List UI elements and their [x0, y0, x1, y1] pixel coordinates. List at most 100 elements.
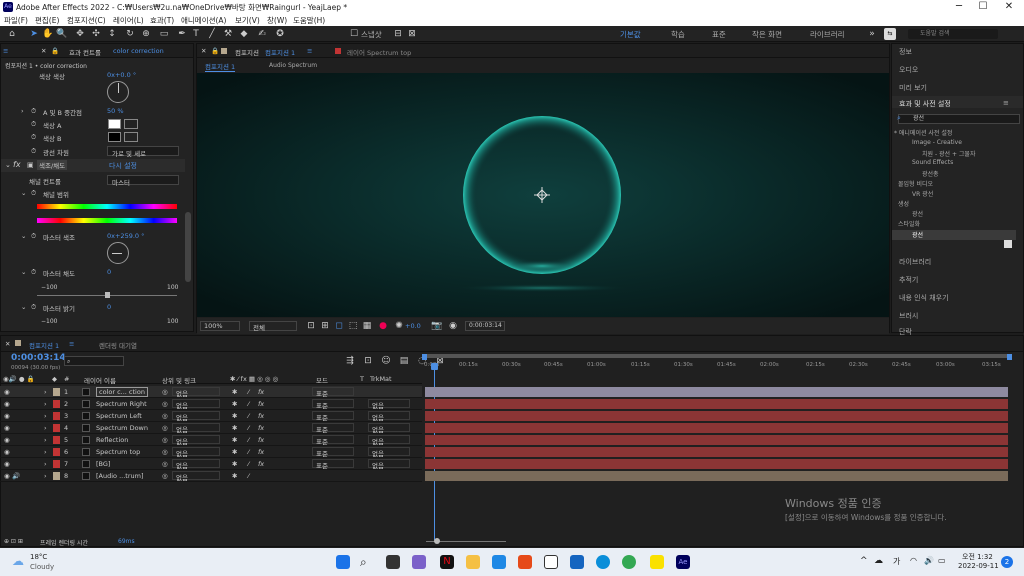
close-tab-icon[interactable]: ✕ [201, 47, 206, 55]
tray-app-icon[interactable]: ☁ [874, 556, 883, 566]
master-hue-dial[interactable] [107, 242, 129, 264]
layer-name[interactable]: Reflection [96, 436, 128, 444]
notification-badge[interactable]: 2 [1001, 556, 1013, 568]
tree-item-generate[interactable]: 생성 [898, 199, 909, 208]
stopwatch-icon[interactable]: ⏱ [31, 189, 36, 198]
stopwatch-icon[interactable]: ⏱ [31, 232, 36, 241]
expand-arrow-icon[interactable]: ⌄ [21, 189, 26, 197]
parent-dropdown[interactable]: 없음 [172, 471, 220, 482]
trkmat-dropdown[interactable]: 없음 [368, 459, 410, 470]
comp-mini-flowchart-icon[interactable]: ⇶ [344, 355, 356, 367]
pen-tool-icon[interactable]: ✒ [176, 28, 188, 40]
expand-arrow-icon[interactable]: › [44, 400, 47, 408]
panel-menu-icon[interactable]: ≡ [3, 47, 8, 55]
parent-dropdown[interactable]: 없음 [172, 423, 220, 434]
store-icon[interactable] [570, 555, 584, 569]
expand-arrow-icon[interactable]: ⌄ [21, 232, 26, 240]
stopwatch-icon[interactable]: ⏱ [31, 268, 36, 277]
panel-menu-icon[interactable]: ≡ [69, 340, 74, 348]
workspace-menu-icon[interactable]: » [866, 28, 878, 40]
zoom-slider-handle[interactable] [434, 538, 440, 544]
pick-whip-icon[interactable]: ◎ [162, 388, 168, 396]
transparency-grid-icon[interactable]: ⊞ [319, 320, 331, 332]
chat-icon[interactable] [412, 555, 426, 569]
effects-search-input[interactable]: 광선 [898, 114, 1020, 124]
fx-switch-icon[interactable]: fx [258, 436, 264, 444]
timeline-tab[interactable]: 컴포지션 1 [29, 340, 59, 350]
pick-whip-icon[interactable]: ◎ [162, 412, 168, 420]
stopwatch-icon[interactable]: ⏱ [31, 303, 36, 312]
region-of-interest-icon[interactable]: ⬚ [347, 320, 359, 332]
fx-switch-icon[interactable]: fx [258, 412, 264, 420]
footer-toggle-icons[interactable]: ⊕ ⊡ ⊞ [4, 538, 23, 545]
exposure-value[interactable]: +0.0 [405, 322, 421, 330]
timeline-timecode[interactable]: 0:00:03:14 [11, 353, 66, 363]
volume-icon[interactable]: 🔊 [924, 556, 934, 565]
snap-grid-icon[interactable]: ⊠ [406, 28, 418, 40]
tree-item-glow-gen[interactable]: 광선 [912, 209, 923, 218]
expand-arrow-icon[interactable]: › [21, 107, 24, 115]
fx-switch-icon[interactable]: fx [258, 388, 264, 396]
snap-options-icon[interactable]: ⊟ [392, 28, 404, 40]
visibility-eye-icon[interactable]: ◉ [4, 436, 10, 444]
clock-date[interactable]: 2022-09-11 [958, 562, 999, 570]
pick-whip-icon[interactable]: ◎ [162, 460, 168, 468]
exposure-icon[interactable]: ✺ [393, 320, 405, 332]
quality-switch-icon[interactable]: ⁄ [248, 436, 249, 444]
visibility-eye-icon[interactable]: ◉ [4, 448, 10, 456]
pick-whip-icon[interactable]: ◎ [162, 436, 168, 444]
hue-dial[interactable] [107, 81, 129, 103]
tree-item-preset-2[interactable]: 광선총 [922, 169, 939, 178]
home-icon[interactable]: ⌂ [6, 28, 18, 40]
layer-label-color[interactable] [53, 412, 60, 420]
expand-arrow-icon[interactable]: ⌄ [21, 303, 26, 311]
work-area-bar[interactable] [422, 354, 1012, 358]
scrollbar[interactable] [185, 212, 191, 282]
info-panel-tab[interactable]: 정보 [899, 47, 912, 57]
layer-duration-bar[interactable] [425, 471, 1008, 481]
battery-icon[interactable]: ▭ [938, 556, 946, 565]
layer-duration-bar[interactable] [425, 387, 1008, 397]
task-view-icon[interactable] [386, 555, 400, 569]
layer-row[interactable]: ◉ › 1 color c... ction ◎ 없음 ✱ ⁄ fx 표준 [0, 386, 422, 398]
tracker-panel-tab[interactable]: 추적기 [899, 275, 918, 285]
show-snapshot-icon[interactable]: ◉ [447, 320, 459, 332]
layer-name[interactable]: Spectrum top [96, 448, 140, 456]
anchor-tool-icon[interactable]: ⊕ [140, 28, 152, 40]
hand-tool-icon[interactable]: ✋ [42, 28, 54, 40]
weather-desc[interactable]: Cloudy [30, 563, 54, 571]
shy-switch-icon[interactable]: ✱ [232, 436, 237, 444]
playhead-handle[interactable] [431, 363, 438, 370]
lock-icon[interactable]: 🔒 [211, 47, 219, 55]
composition-tab-name[interactable]: 컴포지션 1 [265, 47, 295, 57]
effects-presets-tab[interactable]: 효과 및 사전 설정 [899, 99, 951, 109]
layer-row[interactable]: ◉ › 4 Spectrum Down ◎ 없음 ✱ ⁄ fx 표준 없음 [0, 422, 422, 434]
layer-duration-bar[interactable] [425, 411, 1008, 421]
layer-row[interactable]: ◉ › 6 Spectrum top ◎ 없음 ✱ ⁄ fx 표준 없음 [0, 446, 422, 458]
master-light-value[interactable]: 0 [107, 303, 111, 311]
mail-icon[interactable] [492, 555, 506, 569]
tree-item-vr-glow[interactable]: VR 광선 [912, 189, 933, 198]
expand-arrow-icon[interactable]: › [44, 388, 47, 396]
quality-switch-icon[interactable]: ⁄ [248, 400, 249, 408]
lock-icon[interactable]: 🔒 [51, 47, 59, 55]
close-button[interactable]: ✕ [996, 1, 1022, 12]
orbit-tool-icon[interactable]: ✥ [74, 28, 86, 40]
timeline-search-input[interactable]: ⌕ [64, 356, 124, 366]
brush-tool-icon[interactable]: ╱ [206, 28, 218, 40]
parent-dropdown[interactable]: 없음 [172, 435, 220, 446]
edge-icon[interactable] [596, 555, 610, 569]
layer-label-color[interactable] [53, 400, 60, 408]
menu-composition[interactable]: 컴포지션(C) [67, 15, 106, 26]
wifi-icon[interactable]: ◠ [910, 556, 917, 565]
snapshot-icon[interactable]: 📷 [431, 320, 443, 332]
layer-name[interactable]: Spectrum Down [96, 424, 148, 432]
shy-layers-icon[interactable]: ☺ [380, 355, 392, 367]
clone-stamp-icon[interactable]: ⚒ [222, 28, 234, 40]
parent-dropdown[interactable]: 없음 [172, 399, 220, 410]
layer-duration-bar[interactable] [425, 435, 1008, 445]
layer-name[interactable]: [Audio ...trum] [96, 472, 143, 480]
layer-duration-bar[interactable] [425, 423, 1008, 433]
workspace-libraries[interactable]: 라이브러리 [810, 29, 845, 40]
menu-edit[interactable]: 편집(E) [35, 15, 59, 26]
